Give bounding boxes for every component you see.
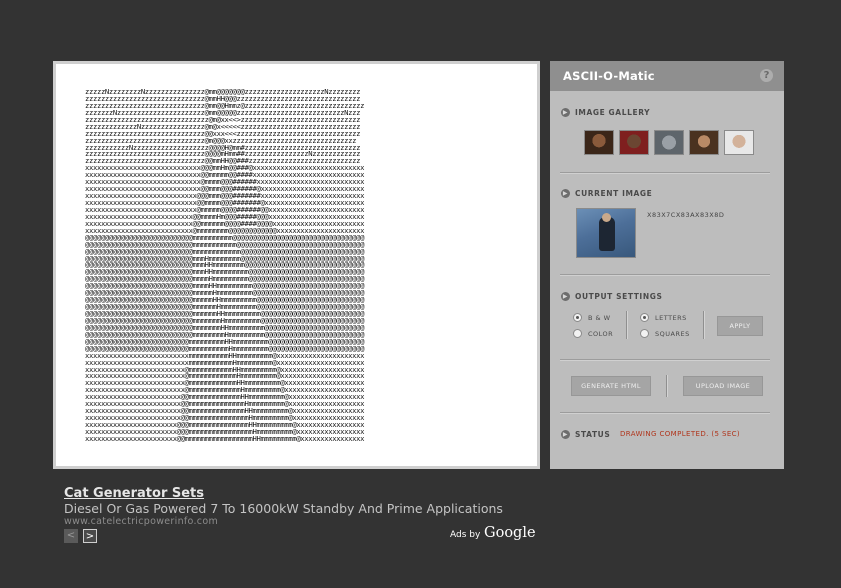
panel-title: ASCII-O-Matic <box>563 69 655 83</box>
vertical-divider <box>626 311 628 339</box>
status-message: DRAWING COMPLETED. (5 SEC) <box>620 430 741 438</box>
section-current-image: ▶ CURRENT IMAGE <box>561 189 652 198</box>
section-title: CURRENT IMAGE <box>575 189 653 198</box>
section-arrow-icon: ▶ <box>561 430 570 439</box>
vertical-divider <box>666 375 668 397</box>
control-panel: ASCII-O-Matic ? ▶ IMAGE GALLERY ▶ CURREN… <box>550 61 784 469</box>
ad-description: Diesel Or Gas Powered 7 To 16000kW Stand… <box>64 501 503 516</box>
figure-shape <box>599 217 615 251</box>
ad-url[interactable]: www.catelectricpowerinfo.com <box>64 516 218 527</box>
next-ad-icon[interactable]: > <box>83 529 97 543</box>
gallery-thumbnail[interactable] <box>654 130 684 155</box>
bw-radio[interactable] <box>573 313 582 322</box>
section-output-settings: ▶ OUTPUT SETTINGS <box>561 292 662 301</box>
bw-label: B & W <box>588 314 611 322</box>
upload-image-button[interactable]: UPLOAD IMAGE <box>683 376 763 396</box>
section-divider <box>560 274 770 276</box>
google-logo[interactable]: Google <box>484 525 536 541</box>
current-image-thumbnail <box>576 208 636 258</box>
section-status: ▶ STATUS <box>561 430 610 439</box>
color-label: COLOR <box>588 330 614 338</box>
squares-label: SQUARES <box>655 330 690 338</box>
letters-label: LETTERS <box>655 314 687 322</box>
gallery-thumbnail[interactable] <box>619 130 649 155</box>
figure-head-shape <box>602 213 611 222</box>
generate-html-button[interactable]: GENERATE HTML <box>571 376 651 396</box>
letters-radio[interactable] <box>640 313 649 322</box>
section-image-gallery: ▶ IMAGE GALLERY <box>561 108 650 117</box>
panel-header: ASCII-O-Matic ? <box>550 61 784 91</box>
ads-by-label: Ads by <box>450 530 481 540</box>
prev-ad-icon[interactable]: < <box>64 529 78 543</box>
section-arrow-icon: ▶ <box>561 292 570 301</box>
section-divider <box>560 359 770 361</box>
help-icon[interactable]: ? <box>760 69 773 82</box>
section-title: STATUS <box>575 430 611 439</box>
ascii-canvas: zzzzzNzzzzzzzzNzzzzzzzzzzzzzzz@mm@@@@@@@… <box>53 61 540 469</box>
ad-title-link[interactable]: Cat Generator Sets <box>64 486 204 501</box>
vertical-divider <box>703 311 705 339</box>
section-divider <box>560 172 770 174</box>
gallery-thumbnail[interactable] <box>584 130 614 155</box>
section-title: OUTPUT SETTINGS <box>575 292 663 301</box>
current-image-code: X83X7CX83AX83X8D <box>647 211 725 219</box>
section-divider <box>560 412 770 414</box>
color-radio[interactable] <box>573 329 582 338</box>
apply-button[interactable]: APPLY <box>717 316 763 336</box>
gallery-thumbnail[interactable] <box>689 130 719 155</box>
squares-radio[interactable] <box>640 329 649 338</box>
ascii-art-output: zzzzzNzzzzzzzzNzzzzzzzzzzzzzzz@mm@@@@@@@… <box>85 89 365 443</box>
section-arrow-icon: ▶ <box>561 189 570 198</box>
section-title: IMAGE GALLERY <box>575 108 651 117</box>
gallery-thumbnail[interactable] <box>724 130 754 155</box>
section-arrow-icon: ▶ <box>561 108 570 117</box>
